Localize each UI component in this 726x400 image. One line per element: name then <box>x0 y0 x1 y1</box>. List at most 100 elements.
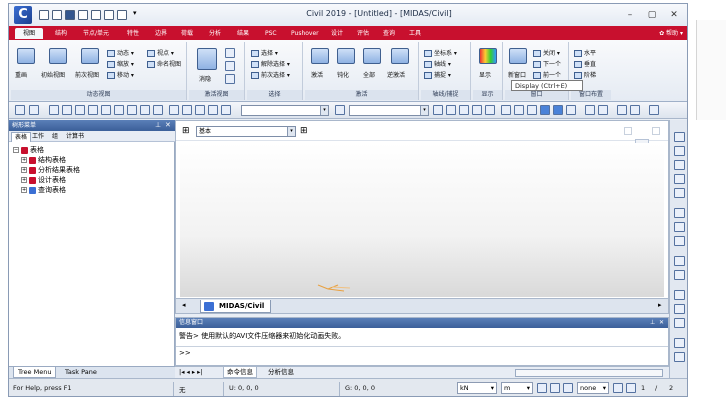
previous-window-button[interactable]: 前一个 <box>533 70 561 79</box>
view-bottom-icon[interactable] <box>459 105 469 115</box>
pan-icon[interactable] <box>674 222 685 232</box>
snap-toggle-icon[interactable] <box>537 383 547 393</box>
subtab-tables[interactable]: 表格 <box>11 132 32 142</box>
view-option-icon[interactable] <box>225 48 235 58</box>
tree-node-structure-tables[interactable]: + 结构表格 <box>21 156 66 164</box>
deactivate-button[interactable]: 钝化 <box>337 70 349 79</box>
save-as-icon[interactable] <box>78 10 88 20</box>
select-button[interactable]: 选择 ▾ <box>251 48 278 57</box>
page-nav-icon[interactable] <box>626 383 636 393</box>
length-unit-select[interactable]: m ▾ <box>501 382 533 394</box>
activate-button[interactable]: 激活 <box>311 70 323 79</box>
tab-results[interactable]: 结果 <box>237 28 249 39</box>
select-filter-combo[interactable]: ▾ <box>241 105 329 116</box>
undo-icon[interactable] <box>104 10 114 20</box>
dynamic-rotate-icon[interactable] <box>674 236 685 246</box>
app-logo-icon[interactable]: C <box>14 6 32 24</box>
tile-horizontal-button[interactable]: 水平 <box>574 48 596 57</box>
quick-access-dropdown-icon[interactable]: ▾ <box>133 9 137 17</box>
tree-node-design-tables[interactable]: + 设计表格 <box>21 176 66 184</box>
tab-properties[interactable]: 特性 <box>127 28 139 39</box>
select-polygon-icon[interactable] <box>62 105 72 115</box>
expand-icon[interactable]: + <box>21 167 27 173</box>
display-button[interactable]: 显示 <box>479 70 491 79</box>
save-icon[interactable] <box>65 10 75 20</box>
snap-button[interactable]: 捕捉 ▾ <box>424 70 451 79</box>
shading-icon[interactable] <box>540 105 550 115</box>
select-single-icon[interactable] <box>88 105 98 115</box>
tab-psc[interactable]: PSC <box>265 28 277 39</box>
deactivate-icon[interactable] <box>337 48 355 64</box>
expand-icon[interactable]: + <box>21 177 27 183</box>
hidden-icon[interactable] <box>197 48 217 70</box>
rotate-icon[interactable] <box>674 146 685 156</box>
save-image-icon[interactable] <box>630 105 640 115</box>
view-right-icon[interactable] <box>485 105 495 115</box>
subtab-report[interactable]: 计算书 <box>63 132 87 142</box>
expand-icon[interactable]: + <box>21 157 27 163</box>
tab-query[interactable]: 查询 <box>383 28 395 39</box>
view-filter-combo[interactable]: 基本 ▾ <box>196 126 296 137</box>
shrink-icon[interactable] <box>674 304 685 314</box>
select-all-icon[interactable] <box>140 105 150 115</box>
zoom-out-icon[interactable] <box>674 174 685 184</box>
named-view-button[interactable]: 命名视图 <box>147 59 181 68</box>
maximize-button[interactable]: ▢ <box>645 9 659 21</box>
zoom-in-icon[interactable] <box>674 160 685 170</box>
unselect-button[interactable]: 解除选择 ▾ <box>251 59 290 68</box>
zoom-window-icon[interactable] <box>514 105 524 115</box>
cursor-icon[interactable] <box>169 105 179 115</box>
select-intersect-icon[interactable] <box>101 105 111 115</box>
minimize-button[interactable]: – <box>623 9 637 21</box>
tab-task-pane[interactable]: Task Pane <box>61 367 101 378</box>
select-group-icon[interactable] <box>127 105 137 115</box>
filter-icon[interactable] <box>335 105 345 115</box>
tab-design[interactable]: 设计 <box>331 28 343 39</box>
select-property-icon[interactable] <box>114 105 124 115</box>
view-left-icon[interactable] <box>472 105 482 115</box>
tree-node-analysis-result-tables[interactable]: + 分析结果表格 <box>21 166 80 174</box>
select-plane-icon[interactable] <box>75 105 85 115</box>
tab-analysis[interactable]: 分析 <box>209 28 221 39</box>
view-iso-icon[interactable] <box>674 132 685 142</box>
initial-view-button[interactable]: 初始视图 <box>41 70 65 79</box>
tab-structure[interactable]: 结构 <box>55 28 67 39</box>
help-menu[interactable]: ✿ 帮助 ▾ <box>659 28 683 39</box>
subtab-works[interactable]: 工作 <box>29 132 47 142</box>
inverse-activate-button[interactable]: 逆激活 <box>387 70 405 79</box>
initial-view-icon[interactable] <box>49 48 67 64</box>
model-viewport[interactable] <box>180 143 664 297</box>
tab-pushover[interactable]: Pushover <box>291 28 319 39</box>
zoom-fit-icon[interactable] <box>674 188 685 198</box>
viewpoint-button[interactable]: 视点 ▾ <box>147 48 174 57</box>
view-top-icon[interactable] <box>446 105 456 115</box>
display-options-icon[interactable] <box>566 105 576 115</box>
redraw-button[interactable]: 重画 <box>15 70 27 79</box>
tab-command-message[interactable]: 命令信息 <box>223 367 257 378</box>
activate-all-icon[interactable] <box>363 48 381 64</box>
pin-icon[interactable]: ⊥ <box>650 318 655 328</box>
node-number-icon[interactable] <box>674 352 685 362</box>
tab-node-element[interactable]: 节点/单元 <box>83 28 109 39</box>
units-icon[interactable] <box>585 105 595 115</box>
print-icon[interactable] <box>91 10 101 20</box>
force-unit-select[interactable]: kN ▾ <box>457 382 497 394</box>
new-window-icon[interactable] <box>509 48 527 64</box>
scroll-left-icon[interactable]: ◂ <box>182 301 186 309</box>
line-style-icon[interactable] <box>15 105 25 115</box>
view-cube-corner[interactable] <box>652 127 660 135</box>
coordinate-system-button[interactable]: 坐标系 ▾ <box>424 48 457 57</box>
tree-node-query-tables[interactable]: + 查询表格 <box>21 186 66 194</box>
open-file-icon[interactable] <box>52 10 62 20</box>
tab-evaluation[interactable]: 评估 <box>357 28 369 39</box>
wireframe-icon[interactable] <box>674 338 685 348</box>
command-prompt[interactable]: >> <box>179 349 191 357</box>
zoom-in-icon[interactable] <box>527 105 537 115</box>
hidden-button[interactable]: 消隐 <box>199 74 211 83</box>
tab-nav-arrows[interactable]: |◂ ◂ ▸ ▸| <box>179 367 203 378</box>
render-icon[interactable] <box>553 105 563 115</box>
scroll-right-icon[interactable]: ▸ <box>658 301 662 309</box>
previous-select-button[interactable]: 前次选择 ▾ <box>251 70 290 79</box>
close-icon[interactable]: ✕ <box>165 120 171 131</box>
copy-image-icon[interactable] <box>617 105 627 115</box>
